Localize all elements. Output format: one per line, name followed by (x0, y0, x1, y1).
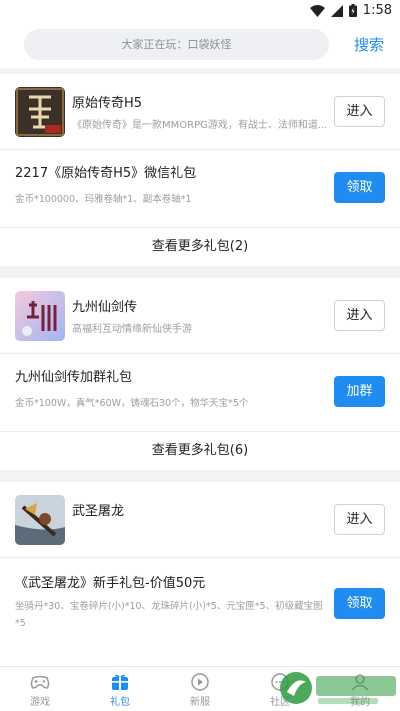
tab-label: 游戏 (30, 697, 50, 708)
wifi-icon (309, 4, 325, 17)
game-name: 原始传奇H5 (72, 96, 143, 111)
game-section: 武圣屠龙 进入 《武圣屠龙》新手礼包-价值50元 坐骑丹*30、宝卷碎片(小)*… (0, 482, 400, 666)
game-name: 武圣屠龙 (72, 504, 125, 519)
gift-item[interactable]: 九州仙剑传加群礼包 金币*100W，真气*60W，铸魂石30个，物华天宝*5个 … (0, 354, 400, 432)
game-row[interactable]: 九州仙剑传 高福利互动情缘新仙侠手游 进入 (0, 278, 400, 354)
game-icon-yuanshi (15, 87, 65, 137)
gift-title: 九州仙剑传加群礼包 (15, 370, 133, 385)
join-group-button[interactable]: 加群 (334, 376, 385, 407)
play-circle-icon (191, 673, 209, 691)
game-description: 高福利互动情缘新仙侠手游 (72, 324, 192, 335)
gift-title: 《武圣屠龙》新手礼包-价值50元 (15, 576, 206, 591)
gift-box-icon (112, 674, 128, 690)
status-bar: 1:58 (0, 0, 400, 22)
view-more-gifts-link[interactable]: 查看更多礼包(6) (0, 432, 400, 470)
gamepad-icon (30, 675, 50, 689)
tab-label: 新服 (190, 697, 210, 708)
game-section: 原始传奇H5 《原始传奇》是一款MMORPG游戏，有战士、法师和道... 进入 … (0, 74, 400, 266)
gift-contents: 坐骑丹*30、宝卷碎片(小)*10、龙珠碎片(小)*5、元宝匣*5、初级藏宝图*… (15, 601, 323, 629)
gift-title: 2217《原始传奇H5》微信礼包 (15, 166, 197, 181)
search-header: 大家正在玩：口袋妖怪 搜索 (0, 22, 400, 68)
tab-new-servers[interactable]: 新服 (160, 667, 240, 711)
claim-gift-button[interactable]: 领取 (334, 172, 385, 203)
game-icon-jiuzhou (15, 291, 65, 341)
clock: 1:58 (362, 3, 392, 18)
claim-gift-button[interactable]: 领取 (334, 588, 385, 619)
search-input[interactable]: 大家正在玩：口袋妖怪 (24, 29, 329, 60)
search-button[interactable]: 搜索 (354, 34, 384, 55)
tab-label: 礼包 (110, 697, 130, 708)
watermark-logo (280, 672, 396, 704)
game-icon-wusheng (15, 495, 65, 545)
game-name: 九州仙剑传 (72, 300, 138, 315)
game-row[interactable]: 武圣屠龙 进入 (0, 482, 400, 558)
game-section: 九州仙剑传 高福利互动情缘新仙侠手游 进入 九州仙剑传加群礼包 金币*100W，… (0, 278, 400, 470)
game-row[interactable]: 原始传奇H5 《原始传奇》是一款MMORPG游戏，有战士、法师和道... 进入 (0, 74, 400, 150)
enter-game-button[interactable]: 进入 (334, 96, 385, 127)
view-more-gifts-link[interactable]: 查看更多礼包(2) (0, 228, 400, 266)
gift-contents: 金币*100W，真气*60W，铸魂石30个，物华天宝*5个 (15, 398, 249, 409)
gift-item[interactable]: 《武圣屠龙》新手礼包-价值50元 坐骑丹*30、宝卷碎片(小)*10、龙珠碎片(… (0, 558, 400, 654)
enter-game-button[interactable]: 进入 (334, 300, 385, 331)
game-description: 《原始传奇》是一款MMORPG游戏，有战士、法师和道... (72, 120, 328, 131)
tab-games[interactable]: 游戏 (0, 667, 80, 711)
enter-game-button[interactable]: 进入 (334, 504, 385, 535)
signal-icon (330, 4, 343, 17)
tab-gifts[interactable]: 礼包 (80, 667, 160, 711)
gift-item[interactable]: 2217《原始传奇H5》微信礼包 金币*100000、玛雅卷轴*1、副本卷轴*1… (0, 150, 400, 228)
battery-icon (348, 4, 357, 17)
gift-contents: 金币*100000、玛雅卷轴*1、副本卷轴*1 (15, 194, 192, 205)
